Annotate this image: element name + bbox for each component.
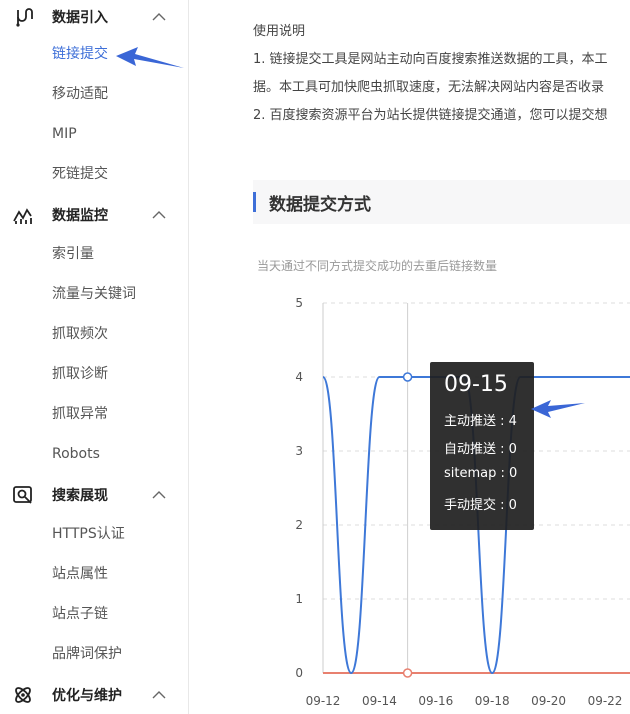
- data-point: [402, 668, 413, 678]
- sidebar-item[interactable]: 抓取异常: [52, 402, 108, 426]
- sidebar-item[interactable]: 站点属性: [52, 562, 108, 586]
- data-point: [402, 372, 413, 382]
- y-tick-label: 3: [295, 444, 303, 458]
- x-tick-label: 09-18: [475, 694, 510, 708]
- sidebar-group-1[interactable]: 数据引入: [0, 0, 188, 34]
- chevron-up-icon[interactable]: [151, 687, 167, 703]
- sidebar-item[interactable]: MIP: [52, 122, 77, 146]
- sidebar-group-title: 搜索展现: [52, 488, 108, 504]
- search-display-icon: [13, 486, 32, 504]
- sidebar-item[interactable]: 索引量: [52, 242, 94, 266]
- annotation-arrow-icon: [116, 47, 184, 68]
- optimize-maintain-icon: [15, 687, 31, 703]
- sidebar-item[interactable]: 移动适配: [52, 82, 108, 106]
- sidebar-item[interactable]: 链接提交: [52, 42, 108, 66]
- sidebar-group-title: 数据引入: [52, 10, 108, 26]
- tooltip-date: 09-15: [444, 372, 508, 397]
- main-content: 使用说明 1. 链接提交工具是网站主动向百度搜索推送数据的工具，本工 据。本工具…: [189, 0, 630, 714]
- y-tick-label: 2: [295, 518, 303, 532]
- sidebar-item[interactable]: HTTPS认证: [52, 522, 125, 546]
- sidebar-group-title: 优化与维护: [52, 688, 122, 704]
- chevron-up-icon[interactable]: [151, 207, 167, 223]
- chevron-up-icon[interactable]: [151, 487, 167, 503]
- data-monitor-icon: [13, 208, 32, 224]
- chart-tooltip: 09-15 主动推送 : 4 自动推送 : 0 sitemap : 0 手动提交…: [430, 362, 534, 530]
- x-tick-label: 09-20: [531, 694, 566, 708]
- sidebar-item[interactable]: 死链提交: [52, 162, 108, 186]
- tooltip-row: sitemap : 0: [444, 466, 518, 481]
- chevron-up-icon[interactable]: [151, 9, 167, 25]
- sidebar-item[interactable]: 站点子链: [52, 602, 108, 626]
- data-import-icon: [16, 8, 33, 27]
- sidebar: 数据引入链接提交移动适配 MIP 死链提交数据监控索引量流量与关键词 抓取频次抓取诊断…: [0, 0, 189, 714]
- sidebar-item[interactable]: 品牌词保护: [52, 642, 122, 666]
- sidebar-group-3[interactable]: 搜索展现: [0, 478, 188, 512]
- line-chart: 0 1 2 3 4 5 09-12 09-14 09-16 09-18 09-20 09-22: [295, 296, 630, 708]
- sidebar-group-2[interactable]: 数据监控: [0, 198, 188, 232]
- sidebar-item[interactable]: 抓取频次: [52, 322, 108, 346]
- x-tick-label: 09-22: [588, 694, 623, 708]
- sidebar-item[interactable]: 流量与关键词: [52, 282, 136, 306]
- tooltip-row: 主动推送 : 4: [444, 414, 517, 429]
- y-tick-label: 5: [295, 296, 303, 310]
- tooltip-row: 手动提交 : 0: [444, 498, 517, 513]
- x-tick-label: 09-12: [306, 694, 341, 708]
- annotation-arrow-icon: [531, 400, 585, 418]
- x-tick-label: 09-16: [418, 694, 453, 708]
- x-tick-label: 09-14: [362, 694, 397, 708]
- y-tick-label: 0: [295, 666, 303, 680]
- sidebar-group-4[interactable]: 优化与维护: [0, 678, 188, 712]
- sidebar-item[interactable]: Robots: [52, 442, 100, 466]
- y-tick-label: 1: [295, 592, 303, 606]
- sidebar-group-title: 数据监控: [52, 208, 108, 224]
- sidebar-item[interactable]: 抓取诊断: [52, 362, 108, 386]
- y-tick-label: 4: [295, 370, 303, 384]
- tooltip-row: 自动推送 : 0: [444, 442, 517, 457]
